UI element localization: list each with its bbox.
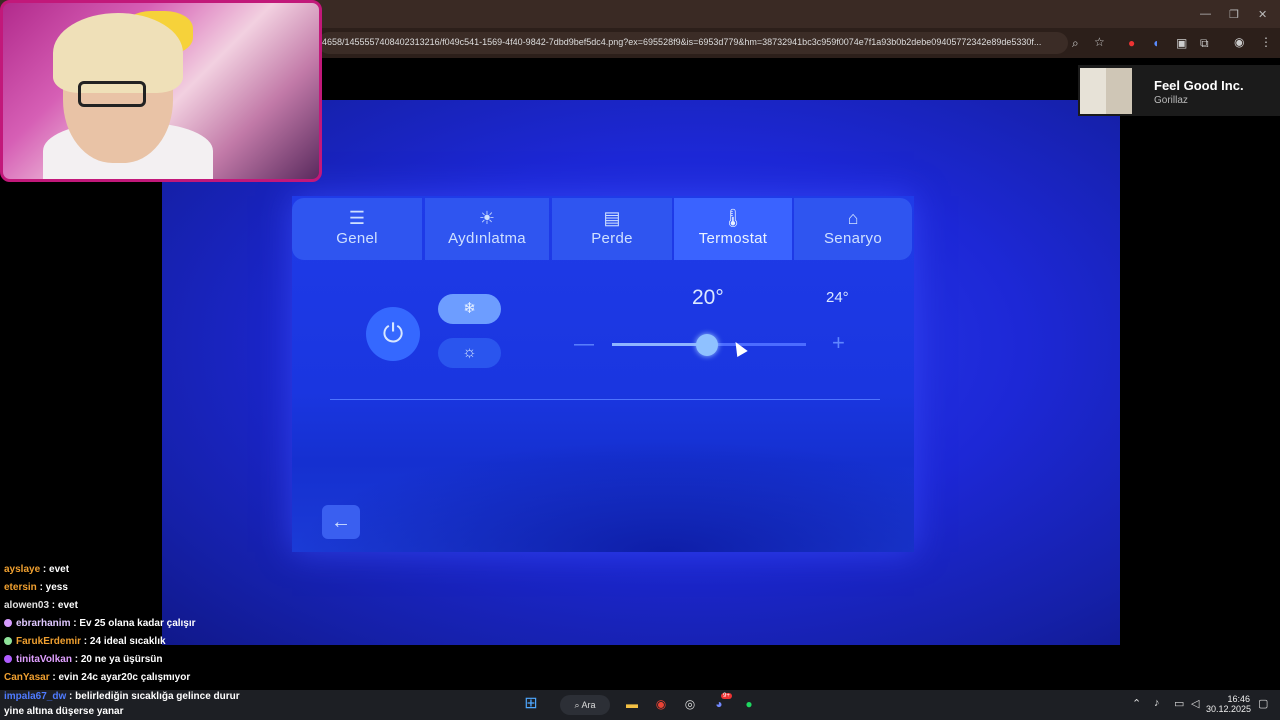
curtain-icon: ▤ <box>603 208 621 228</box>
tray-chevron-icon[interactable]: ⌃ <box>1132 697 1141 710</box>
chat-username: FarukErdemir <box>16 636 82 647</box>
webcam-overlay <box>0 0 322 182</box>
chat-text: : 20 ne ya üşürsün <box>71 654 163 665</box>
profile-avatar[interactable]: ◉ <box>1234 35 1244 49</box>
chat-text: : belirlediğin sıcaklığa gelince durur <box>66 691 240 702</box>
tab-label: Genel <box>336 230 378 247</box>
extensions-puzzle-icon[interactable]: ⧉ <box>1200 36 1209 51</box>
tab-senaryo[interactable]: ⌂ Senaryo <box>794 198 912 260</box>
obs-icon[interactable]: ◎ <box>680 694 700 714</box>
temperature-slider-fill <box>612 343 708 346</box>
volume-icon[interactable]: ◁ <box>1191 697 1199 710</box>
spotify-icon[interactable]: ● <box>739 694 759 714</box>
album-art <box>1080 68 1132 114</box>
clock-date: 30.12.2025 <box>1206 704 1252 714</box>
screen-wave-decoration <box>292 440 914 552</box>
chat-username: ebrarhanim <box>16 618 71 629</box>
clock-time: 16:46 <box>1227 694 1250 704</box>
chrome-icon[interactable]: ◉ <box>651 694 671 714</box>
chat-text: : yess <box>36 582 68 593</box>
chat-text: : evet <box>40 564 70 575</box>
chat-message: FarukErdemir : 24 ideal sıcaklık <box>4 636 166 647</box>
chat-text: : Ev 25 olana kadar çalışır <box>70 618 196 629</box>
thermometer-icon: 🌡 <box>721 208 745 228</box>
network-icon[interactable]: ▭ <box>1174 697 1184 710</box>
file-explorer-icon[interactable]: ▬ <box>622 694 642 714</box>
chat-text: : evin 24c ayar20c çalışmıyor <box>49 672 191 683</box>
extension-audio-icon[interactable]: ◖ <box>1152 36 1159 50</box>
sun-icon: ☼ <box>462 344 477 361</box>
snowflake-icon: ❄ <box>463 300 476 317</box>
chat-username: ayslaye <box>4 564 41 575</box>
chat-message: impala67_dw : belirlediğin sıcaklığa gel… <box>4 691 240 702</box>
zoom-icon[interactable]: ⌕ <box>1072 36 1079 51</box>
chat-text: : 24 ideal sıcaklık <box>81 636 166 647</box>
chat-text: yine altına düşerse yanar <box>4 706 124 717</box>
taskbar-search[interactable]: ⌕ Ara <box>560 695 610 715</box>
search-label: Ara <box>581 700 596 710</box>
home-icon: ⌂ <box>847 208 859 228</box>
tab-aydinlatma[interactable]: ☀ Aydınlatma <box>425 198 549 260</box>
minimize-button[interactable]: — <box>1200 8 1211 20</box>
close-button[interactable]: ✕ <box>1258 8 1267 21</box>
back-button[interactable]: ← <box>322 505 360 539</box>
target-temperature: 24° <box>826 289 849 306</box>
cool-mode-button[interactable]: ❄ <box>438 294 501 324</box>
chat-username: CanYasar <box>4 672 50 683</box>
tab-label: Aydınlatma <box>448 230 526 247</box>
chat-message: alowen03 : evet <box>4 600 78 611</box>
notification-icon[interactable]: ▢ <box>1258 697 1268 710</box>
tab-label: Senaryo <box>824 230 882 247</box>
windows-start-icon[interactable]: ⊞ <box>521 694 541 714</box>
url-text[interactable]: 4658/1455557408402313216/f049c541-1569-4… <box>322 37 1066 47</box>
chat-badge-icon <box>4 619 12 628</box>
restore-button[interactable]: ❐ <box>1229 8 1239 21</box>
discord-notification-badge: 9+ <box>721 693 732 699</box>
search-icon: ⌕ <box>574 700 582 710</box>
menu-kebab-icon[interactable]: ⋮ <box>1260 35 1272 49</box>
increase-temp-button[interactable]: + <box>832 330 845 356</box>
sliders-icon: ☰ <box>348 208 366 228</box>
chat-message: ebrarhanim : Ev 25 olana kadar çalışır <box>4 618 196 629</box>
bookmark-star-icon[interactable]: ☆ <box>1094 35 1105 49</box>
song-artist: Gorillaz <box>1154 95 1188 106</box>
divider <box>330 399 880 400</box>
chat-username: tinitaVolkan <box>16 654 72 665</box>
tab-label: Termostat <box>698 230 768 247</box>
heat-mode-button[interactable]: ☼ <box>438 338 501 368</box>
power-button[interactable]: ⏻ <box>366 307 420 361</box>
power-icon: ⏻ <box>382 318 404 348</box>
extension-red-icon[interactable]: ● <box>1128 36 1135 50</box>
chat-message: yine altına düşerse yanar <box>4 706 124 717</box>
chat-username: etersin <box>4 582 37 593</box>
current-temperature: 20° <box>692 286 724 309</box>
microphone-icon[interactable]: ♪ <box>1154 697 1160 709</box>
chat-text: : evet <box>49 600 78 611</box>
chat-message: tinitaVolkan : 20 ne ya üşürsün <box>4 654 163 665</box>
streamer-glasses <box>78 81 146 107</box>
chat-badge-icon <box>4 655 12 664</box>
lightbulb-icon: ☀ <box>478 208 496 228</box>
tab-perde[interactable]: ▤ Perde <box>552 198 672 260</box>
decrease-temp-button[interactable]: — <box>574 333 594 356</box>
chat-message: etersin : yess <box>4 582 68 593</box>
temperature-slider-thumb[interactable] <box>696 334 719 356</box>
arrow-left-icon: ← <box>331 511 351 533</box>
taskbar-clock[interactable]: 16:46 30.12.2025 <box>1206 694 1252 714</box>
song-title: Feel Good Inc. <box>1154 78 1244 93</box>
tab-termostat[interactable]: 🌡 Termostat <box>674 198 792 260</box>
chat-badge-icon <box>4 637 12 646</box>
chat-username: impala67_dw <box>4 691 67 702</box>
chat-message: ayslaye : evet <box>4 564 69 575</box>
tab-label: Perde <box>591 230 633 247</box>
chat-message: CanYasar : evin 24c ayar20c çalışmıyor <box>4 672 190 683</box>
extension-shield-icon[interactable]: ▣ <box>1176 36 1187 50</box>
chat-username: alowen03 <box>4 600 50 611</box>
tab-genel[interactable]: ☰ Genel <box>292 198 422 260</box>
